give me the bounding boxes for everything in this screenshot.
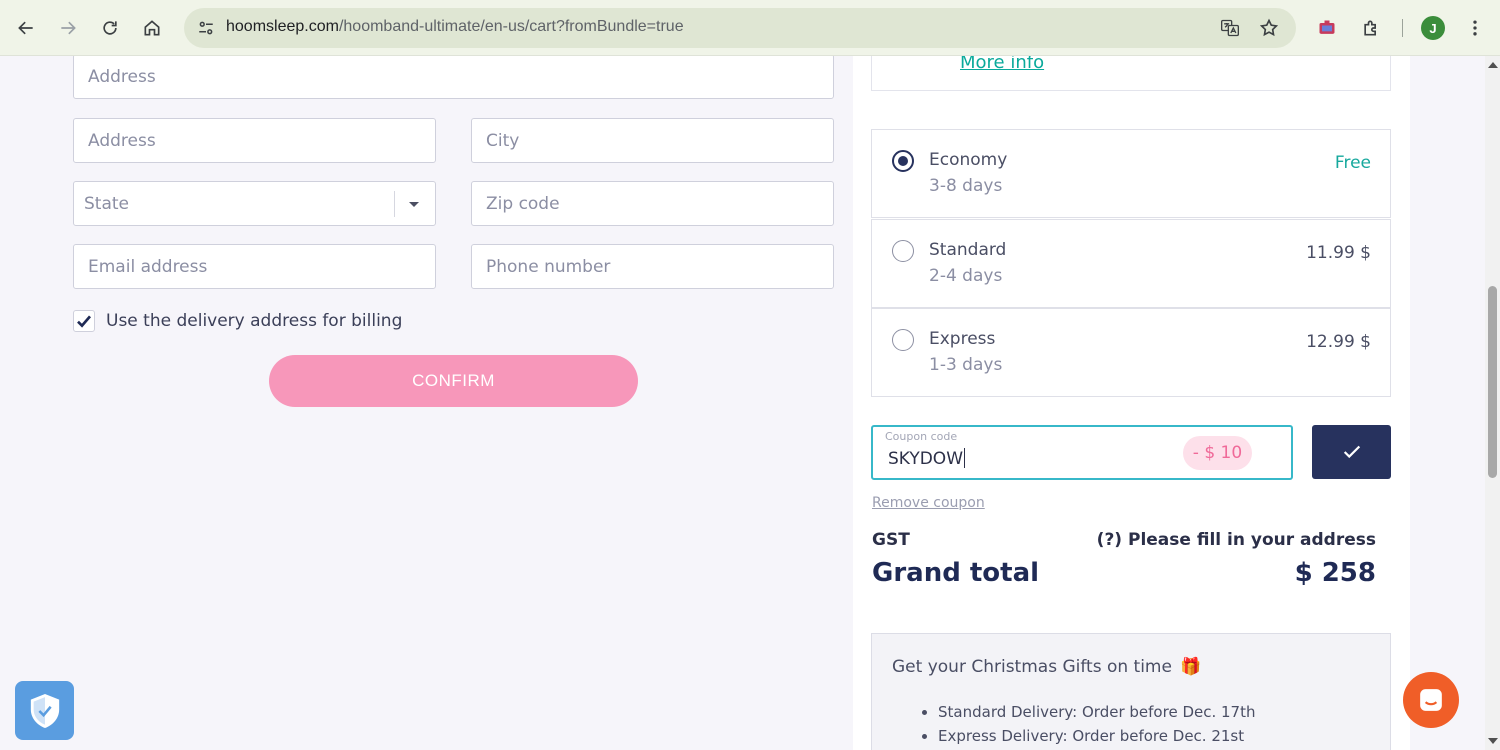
check-icon (1343, 445, 1360, 459)
forward-icon[interactable] (52, 12, 84, 44)
select-separator (394, 191, 395, 217)
toolbar-divider (1402, 19, 1403, 37)
coupon-label: Coupon code (885, 430, 958, 443)
url-text: hoomsleep.com/hoomband-ultimate/en-us/ca… (226, 18, 684, 35)
more-info-link[interactable]: More info (960, 56, 1044, 73)
shipping-option-standard[interactable]: Standard 2-4 days 11.99 $ (871, 219, 1391, 308)
shipping-option-economy[interactable]: Economy 3-8 days Free (871, 129, 1391, 218)
chat-launcher-button[interactable] (1403, 672, 1459, 728)
coupon-input[interactable]: Coupon code SKYDOW - $ 10 (871, 425, 1293, 480)
browser-toolbar: hoomsleep.com/hoomband-ultimate/en-us/ca… (0, 0, 1500, 56)
confirm-button[interactable]: CONFIRM (269, 355, 638, 407)
billing-checkbox-label[interactable]: Use the delivery address for billing (106, 311, 402, 331)
home-icon[interactable] (136, 12, 168, 44)
site-info-icon[interactable] (194, 16, 218, 40)
zip-code-field[interactable]: Zip code (471, 181, 834, 226)
gst-label: GST (872, 530, 910, 550)
coupon-value: SKYDOW (888, 448, 965, 469)
shipping-days: 3-8 days (929, 176, 1003, 196)
scrollbar-thumb[interactable] (1488, 286, 1497, 478)
scroll-up-icon[interactable] (1488, 62, 1498, 68)
shield-icon (30, 693, 59, 728)
list-item: Standard Delivery: Order before Dec. 17t… (938, 703, 1255, 721)
shipping-days: 2-4 days (929, 266, 1003, 286)
email-field[interactable]: Email address (73, 244, 436, 289)
billing-checkbox[interactable] (73, 310, 95, 332)
remove-coupon-link[interactable]: Remove coupon (872, 495, 985, 511)
bookmark-star-icon[interactable] (1257, 16, 1281, 40)
delivery-deadlines-list: Standard Delivery: Order before Dec. 17t… (938, 703, 1255, 750)
shipping-price: 11.99 $ (1306, 243, 1371, 263)
page-scrollbar[interactable] (1485, 56, 1500, 750)
address-line1-field[interactable]: Address (73, 56, 834, 99)
christmas-notice: Get your Christmas Gifts on time 🎁 Stand… (871, 633, 1391, 750)
gift-icon: 🎁 (1179, 657, 1202, 677)
state-select[interactable]: State (73, 181, 436, 226)
shipping-price: Free (1334, 153, 1371, 173)
christmas-title: Get your Christmas Gifts on time 🎁 (892, 657, 1202, 677)
scroll-down-icon[interactable] (1488, 738, 1498, 744)
economy-radio[interactable] (892, 150, 914, 172)
address-line2-field[interactable]: Address (73, 118, 436, 163)
shipping-price: 12.99 $ (1306, 332, 1371, 352)
chevron-down-icon[interactable] (409, 202, 419, 207)
shipping-name: Standard (929, 240, 1007, 260)
express-radio[interactable] (892, 329, 914, 351)
standard-radio[interactable] (892, 240, 914, 262)
product-card: More info (871, 56, 1391, 91)
grand-total-label: Grand total (872, 558, 1040, 588)
shipping-name: Express (929, 329, 996, 349)
puzzle-icon[interactable] (1355, 12, 1387, 44)
profile-avatar[interactable]: J (1421, 16, 1445, 40)
privacy-shield-button[interactable] (15, 681, 74, 740)
gst-value: (?) Please fill in your address (1096, 530, 1376, 550)
reload-icon[interactable] (94, 12, 126, 44)
shipping-option-express[interactable]: Express 1-3 days 12.99 $ (871, 308, 1391, 397)
checkmark-icon (77, 315, 92, 328)
phone-field[interactable]: Phone number (471, 244, 834, 289)
city-field[interactable]: City (471, 118, 834, 163)
checkout-page: Address Address City State Zip code Emai… (0, 56, 1485, 750)
extension-icon[interactable] (1311, 12, 1343, 44)
kebab-menu-icon[interactable] (1459, 12, 1491, 44)
apply-coupon-button[interactable] (1312, 425, 1391, 479)
translate-icon[interactable] (1218, 16, 1242, 40)
chat-icon (1420, 689, 1442, 711)
address-bar[interactable]: hoomsleep.com/hoomband-ultimate/en-us/ca… (184, 8, 1296, 48)
shipping-days: 1-3 days (929, 355, 1003, 375)
list-item: Express Delivery: Order before Dec. 21st (938, 727, 1255, 745)
discount-badge: - $ 10 (1183, 436, 1252, 470)
back-icon[interactable] (10, 12, 42, 44)
shipping-name: Economy (929, 150, 1008, 170)
grand-total-value: $ 258 (1294, 558, 1376, 588)
